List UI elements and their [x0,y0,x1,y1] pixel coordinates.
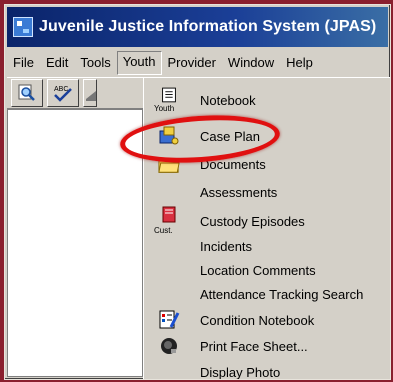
menu-label-incidents: Incidents [200,238,253,254]
menu-provider[interactable]: Provider [162,52,222,74]
menu-label-custody-episodes: Custody Episodes [200,213,305,229]
menu-help[interactable]: Help [280,52,319,74]
spell-check-icon: ABC [54,86,72,102]
menu-item-documents[interactable]: Documents [144,152,390,176]
notebook-icon-caption: Youth [154,104,175,113]
menu-label-documents: Documents [200,156,266,172]
condition-notebook-icon [158,309,180,331]
toolbar: ABC [7,77,145,109]
menu-item-display-photo[interactable]: Display Photo [144,360,390,380]
printer-icon [86,91,96,101]
menu-label-attendance-tracking-search: Attendance Tracking Search [200,286,364,302]
menu-bar: File Edit Tools Youth Provider Window He… [7,49,388,77]
menu-item-case-plan[interactable]: Case Plan [144,124,390,148]
menu-window[interactable]: Window [222,52,280,74]
menu-label-notebook: Notebook [200,92,256,108]
svg-text:ABC: ABC [54,86,68,93]
menu-item-incidents[interactable]: Incidents [144,234,390,258]
search-button[interactable] [11,79,43,107]
menu-item-notebook[interactable]: Youth Notebook [144,84,390,116]
menu-label-display-photo: Display Photo [200,364,281,380]
print-face-icon [158,335,180,357]
print-button[interactable] [83,79,97,107]
menu-edit[interactable]: Edit [40,52,74,74]
menu-label-location-comments: Location Comments [200,262,316,278]
main-workspace [7,109,143,377]
spell-check-button[interactable]: ABC [47,79,79,107]
menu-label-assessments: Assessments [200,184,278,200]
menu-file[interactable]: File [7,52,40,74]
magnifier-icon [18,84,35,101]
menu-item-condition-notebook[interactable]: Condition Notebook [144,308,390,332]
menu-item-custody-episodes[interactable]: Cust. Custody Episodes [144,206,390,236]
application-window: Juvenile Justice Information System (JPA… [4,4,391,380]
menu-item-assessments[interactable]: Assessments [144,180,390,204]
folder-icon [158,153,180,175]
title-bar[interactable]: Juvenile Justice Information System (JPA… [7,7,388,47]
window-title: Juvenile Justice Information System (JPA… [39,18,377,35]
menu-label-case-plan: Case Plan [200,128,260,144]
app-logo-icon [13,17,33,37]
menu-tools[interactable]: Tools [74,52,116,74]
custody-book-icon [158,206,180,226]
menu-item-attendance-tracking-search[interactable]: Attendance Tracking Search [144,282,390,306]
menu-youth[interactable]: Youth [116,51,162,75]
menu-label-print-face-sheet: Print Face Sheet... [200,338,308,354]
menu-label-condition-notebook: Condition Notebook [200,312,315,328]
menu-item-print-face-sheet[interactable]: Print Face Sheet... [144,334,390,358]
menu-item-location-comments[interactable]: Location Comments [144,258,390,282]
case-plan-icon [158,125,180,147]
youth-menu-dropdown: Youth Notebook Case Plan Documents Asses… [118,77,390,380]
